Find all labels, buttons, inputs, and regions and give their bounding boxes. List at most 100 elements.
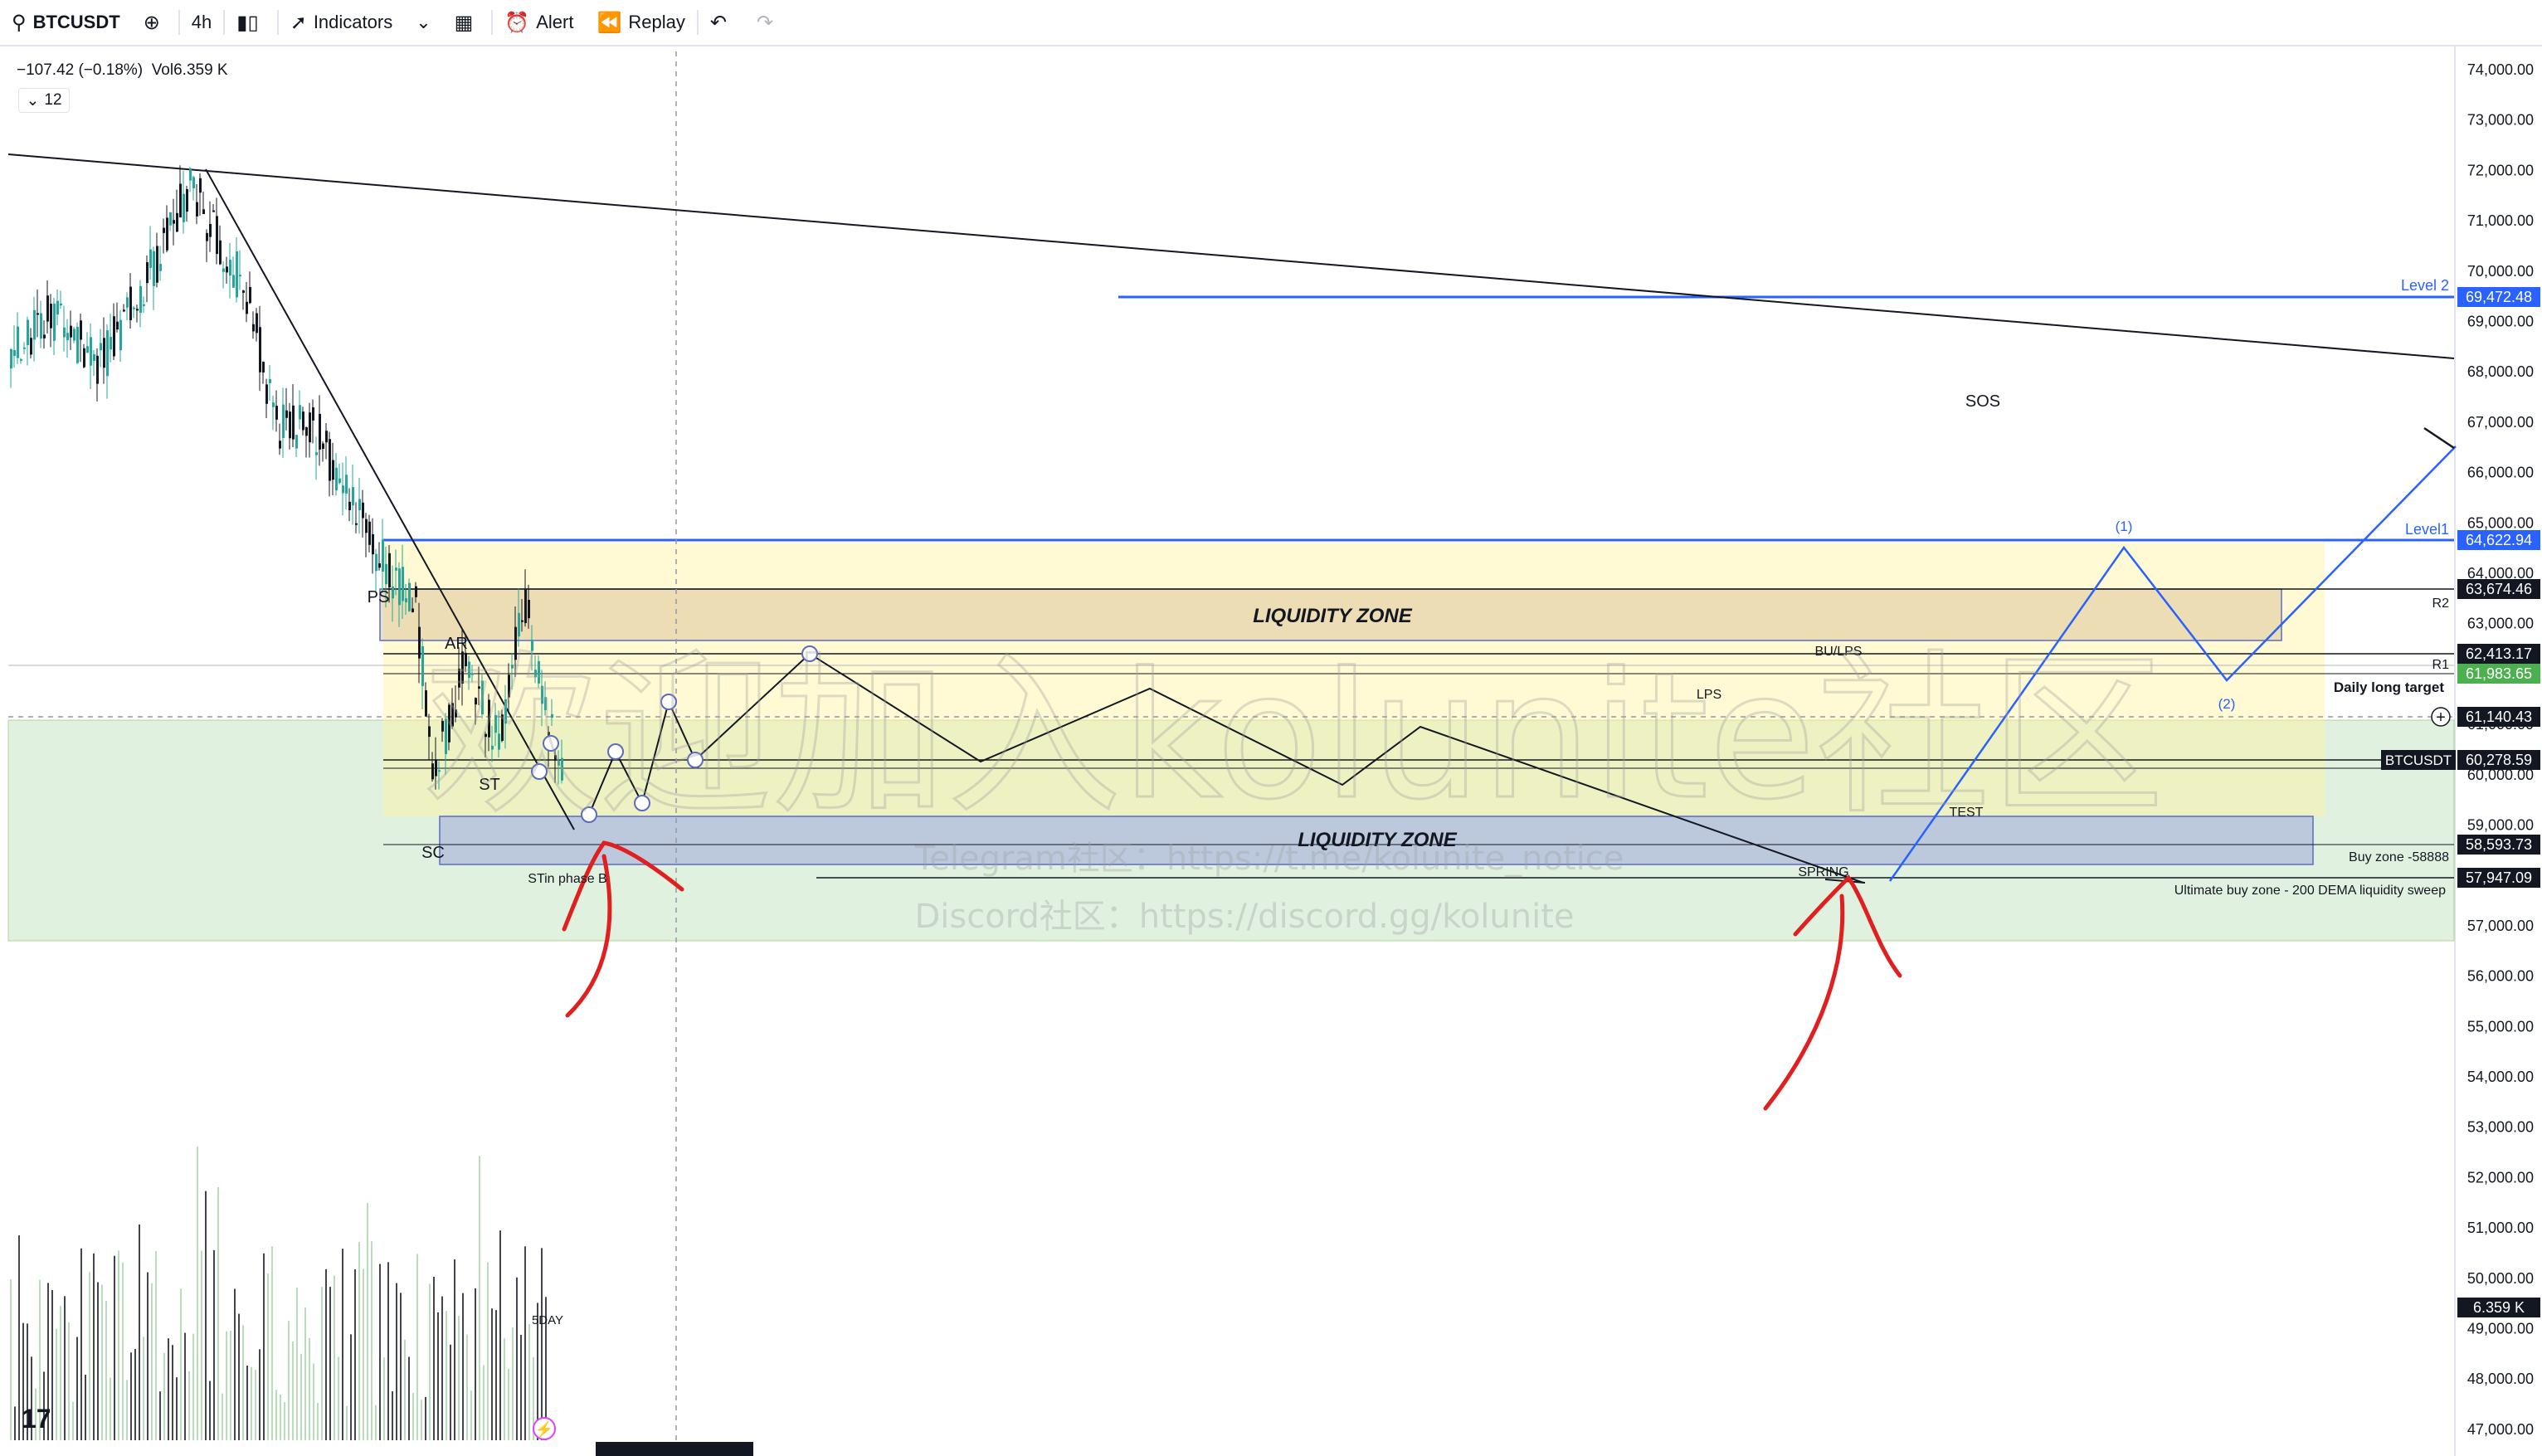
volume-bar <box>524 1246 526 1440</box>
price-tick-label: 59,000.00 <box>2467 817 2534 834</box>
volume-bar <box>255 1370 256 1440</box>
candle-body <box>56 300 59 315</box>
candle-body <box>70 325 72 338</box>
volume-bar <box>238 1313 240 1440</box>
volume-bar <box>143 1337 144 1440</box>
candle-body <box>93 354 95 362</box>
price-tick-label: 47,000.00 <box>2467 1421 2534 1438</box>
volume-bar <box>342 1249 343 1440</box>
candle-body <box>173 220 175 224</box>
volume-bar <box>72 1401 74 1440</box>
wave1-label: (1) <box>2116 519 2133 534</box>
candle-body <box>299 405 301 420</box>
candle-body <box>388 553 391 588</box>
volume-axis-icon[interactable]: ⚡ <box>533 1417 556 1440</box>
volume-bar <box>105 1300 107 1440</box>
volume-bar <box>354 1269 356 1440</box>
price-tick-label: 53,000.00 <box>2467 1119 2534 1136</box>
symbol-badge-text: BTCUSDT <box>2385 752 2452 768</box>
volume-bar <box>114 1255 115 1440</box>
candle-body <box>325 431 328 443</box>
volume-bar <box>300 1353 302 1440</box>
price-tick-label: 63,000.00 <box>2467 616 2534 632</box>
volume-bar <box>292 1341 294 1440</box>
volume-bar <box>155 1251 157 1440</box>
candle-body <box>269 378 271 383</box>
volume-bar <box>259 1349 261 1440</box>
candle-body <box>246 301 248 314</box>
price-tick-label: 48,000.00 <box>2467 1371 2534 1387</box>
sos-label: SOS <box>1965 392 2000 411</box>
ps-label: PS <box>368 588 390 606</box>
candle-body <box>86 346 89 353</box>
candle-body <box>222 268 225 272</box>
price-tick-label: 55,000.00 <box>2467 1018 2534 1035</box>
candle-body <box>398 568 401 606</box>
candle-body <box>63 327 66 338</box>
volume-bar <box>89 1272 90 1440</box>
price-tick-label: 50,000.00 <box>2467 1270 2534 1287</box>
volume-bar <box>126 1380 128 1440</box>
candle-body <box>30 338 32 355</box>
long-trendline <box>7 153 2455 359</box>
candle-body <box>40 313 42 339</box>
volume-bar <box>217 1186 219 1440</box>
volume-bar <box>508 1368 509 1440</box>
candle-body <box>305 426 308 436</box>
candle-body <box>229 259 231 276</box>
volume-bar <box>85 1374 86 1440</box>
candle-body <box>53 303 56 341</box>
price-tick-label: 51,000.00 <box>2467 1220 2534 1236</box>
candle-body <box>302 411 304 431</box>
volume-bar <box>64 1296 66 1440</box>
candle-body <box>169 212 172 226</box>
volume-bar <box>93 1253 95 1440</box>
volume-bar <box>408 1356 410 1440</box>
volume-bar <box>387 1262 389 1440</box>
candle-body <box>80 320 82 340</box>
candle-body <box>179 183 182 218</box>
tradingview-logo[interactable]: 17 <box>22 1404 51 1434</box>
watermark-discord: Discord社区：https://discord.gg/kolunite <box>914 898 1574 936</box>
volume-bar <box>483 1365 485 1440</box>
candle-body <box>10 348 12 369</box>
last-price-badge-text: 60,278.59 <box>2466 752 2532 768</box>
price-tick-label: 52,000.00 <box>2467 1169 2534 1186</box>
volume-bar <box>263 1253 265 1440</box>
candle-body <box>295 435 298 449</box>
r1a-badge-text: 62,413.17 <box>2466 645 2532 662</box>
candle-body <box>103 338 105 368</box>
candle-body <box>521 620 523 622</box>
volume-bar <box>172 1345 173 1440</box>
candle-body <box>285 410 288 418</box>
volume-bar <box>192 1333 194 1440</box>
candle-body <box>136 309 139 311</box>
candle-body <box>252 324 255 332</box>
candle-body <box>189 168 192 181</box>
volume-bar <box>367 1203 368 1440</box>
candle-body <box>345 475 348 494</box>
candle-body <box>183 193 185 222</box>
candle-body <box>232 275 235 288</box>
candle-body <box>385 563 387 585</box>
price-tick-label: 54,000.00 <box>2467 1069 2534 1085</box>
candle-body <box>23 347 26 349</box>
candle-body <box>348 501 351 510</box>
candle-body <box>242 290 245 293</box>
chart-canvas[interactable]: 74,000.00 73,000.00 72,000.00 71,000.00 70,0… <box>0 0 2542 1456</box>
candle-body <box>176 212 178 232</box>
candle-body <box>528 600 530 619</box>
volume-bar <box>242 1325 244 1440</box>
r1-label: R1 <box>2432 658 2450 672</box>
candle-body <box>129 286 132 320</box>
volume-bar <box>76 1337 78 1440</box>
candle-body <box>322 443 324 450</box>
ultimate-badge-text: 57,947.09 <box>2466 869 2532 886</box>
volume-bar <box>416 1254 418 1440</box>
volume-bar <box>51 1290 53 1440</box>
candle-body <box>37 313 39 315</box>
volume-bar <box>429 1283 431 1440</box>
volume-bar <box>60 1306 61 1440</box>
watermark-telegram: Telegram社区：https://t.me/kolunite_notice <box>914 840 1624 878</box>
volume-bar <box>110 1377 111 1440</box>
